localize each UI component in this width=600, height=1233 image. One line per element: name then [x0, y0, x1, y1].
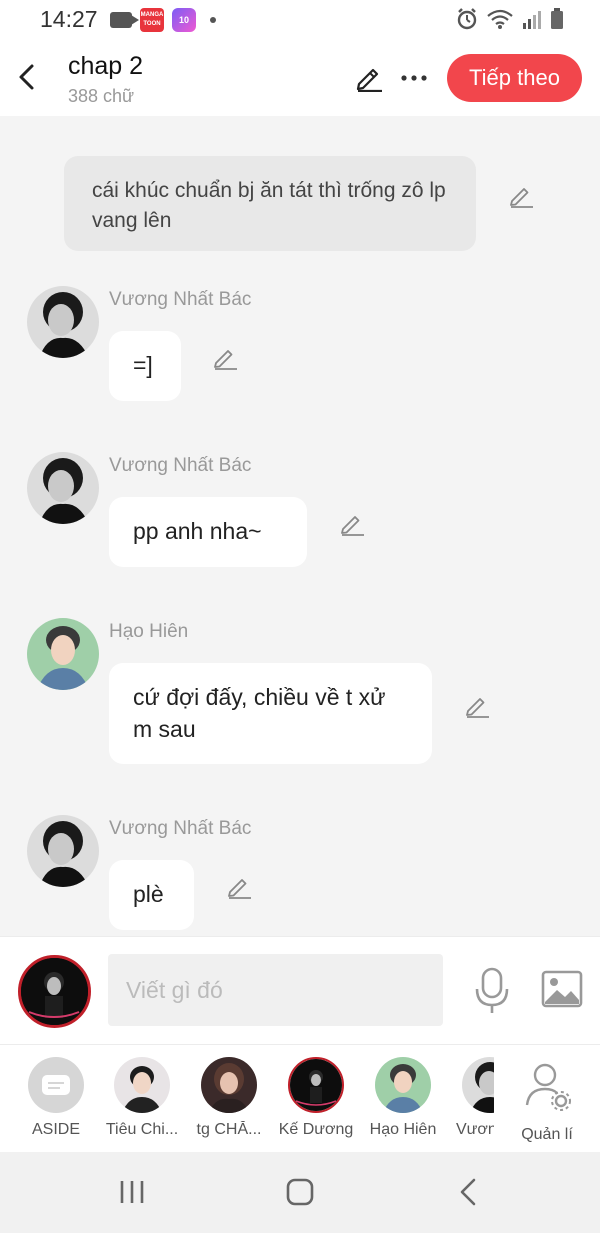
system-icons	[456, 8, 564, 30]
edit-message-pencil-icon[interactable]	[464, 692, 490, 718]
image-icon[interactable]	[541, 970, 583, 1008]
more-options-icon[interactable]	[400, 64, 428, 92]
edit-pencil-icon[interactable]	[354, 62, 384, 92]
input-bar	[0, 936, 600, 1044]
character-label: Quản lí	[521, 1126, 573, 1143]
aside-message[interactable]: cái khúc chuẩn bj ăn tát thì trống zô lp…	[64, 156, 476, 251]
current-character-avatar[interactable]	[18, 955, 91, 1028]
status-time: 14:27	[40, 6, 98, 32]
character-label: tg CHĂ...	[196, 1121, 262, 1138]
sender-name: Vương Nhất Bác	[109, 455, 252, 476]
notification-icons: MANGA TOON 10	[110, 8, 216, 32]
user-settings-icon	[525, 1063, 571, 1111]
chat-area[interactable]: cái khúc chuẩn bj ăn tát thì trống zô lp…	[0, 116, 600, 936]
avatar[interactable]	[27, 286, 99, 358]
mangatoon-app-icon: MANGA TOON	[140, 8, 164, 32]
app-notification-icon: 10	[172, 8, 196, 32]
next-button[interactable]: Tiếp theo	[447, 54, 582, 102]
video-camera-icon	[110, 12, 139, 28]
signal-icon	[523, 11, 541, 29]
manage-characters[interactable]: Quản lí	[504, 1057, 590, 1144]
avatar[interactable]	[27, 815, 99, 887]
back-arrow-icon[interactable]	[14, 60, 42, 94]
aside-icon	[28, 1057, 84, 1113]
back-icon[interactable]	[458, 1177, 478, 1207]
edit-message-pencil-icon[interactable]	[212, 344, 238, 370]
message-bubble[interactable]: =]	[109, 331, 181, 401]
avatar	[288, 1057, 344, 1113]
avatar	[375, 1057, 431, 1113]
character-label: Kế Dương	[278, 1121, 354, 1138]
message-bubble[interactable]: pp anh nha~	[109, 497, 307, 567]
character-selector: ASIDE Tiêu Chi... tg CHĂ... Kế Dương Hạo…	[0, 1044, 600, 1152]
avatar	[462, 1057, 494, 1113]
character-label: Vươn	[456, 1121, 494, 1138]
message-bubble[interactable]: plè	[109, 860, 194, 930]
avatar	[201, 1057, 257, 1113]
alarm-icon	[457, 8, 477, 30]
edit-message-pencil-icon[interactable]	[339, 510, 365, 536]
character-label: Tiêu Chi...	[105, 1121, 179, 1138]
edit-message-pencil-icon[interactable]	[226, 873, 252, 899]
message-bubble[interactable]: cứ đợi đấy, chiều về t xử m sau	[109, 663, 432, 764]
character-item[interactable]: Hạo Hiên	[360, 1057, 446, 1139]
character-item[interactable]: Tiêu Chi...	[99, 1057, 185, 1139]
sender-name: Hạo Hiên	[109, 621, 189, 642]
battery-icon	[551, 8, 563, 29]
character-label: Hạo Hiên	[369, 1121, 437, 1138]
avatar	[114, 1057, 170, 1113]
character-aside[interactable]: ASIDE	[13, 1057, 99, 1139]
sender-name: Vương Nhất Bác	[109, 289, 252, 310]
edit-message-pencil-icon[interactable]	[508, 182, 534, 208]
recent-apps-icon[interactable]	[118, 1180, 146, 1204]
more-notifications-dot-icon	[210, 17, 216, 23]
word-count: 388 chữ	[68, 86, 135, 106]
message-input[interactable]	[108, 954, 443, 1026]
status-bar: 14:27 MANGA TOON 10	[0, 0, 600, 40]
wifi-icon	[487, 9, 513, 29]
avatar[interactable]	[27, 618, 99, 690]
chapter-title[interactable]: chap 2	[68, 52, 143, 81]
editor-header: chap 2 388 chữ Tiếp theo	[0, 40, 600, 116]
avatar[interactable]	[27, 452, 99, 524]
character-item-selected[interactable]: Kế Dương	[273, 1057, 359, 1139]
home-icon[interactable]	[286, 1177, 314, 1207]
microphone-icon[interactable]	[474, 967, 510, 1015]
character-item[interactable]: Vươn	[446, 1057, 494, 1139]
sender-name: Vương Nhất Bác	[109, 818, 252, 839]
character-label: ASIDE	[31, 1121, 80, 1138]
system-navigation-bar	[0, 1152, 600, 1233]
character-item[interactable]: tg CHĂ...	[186, 1057, 272, 1139]
